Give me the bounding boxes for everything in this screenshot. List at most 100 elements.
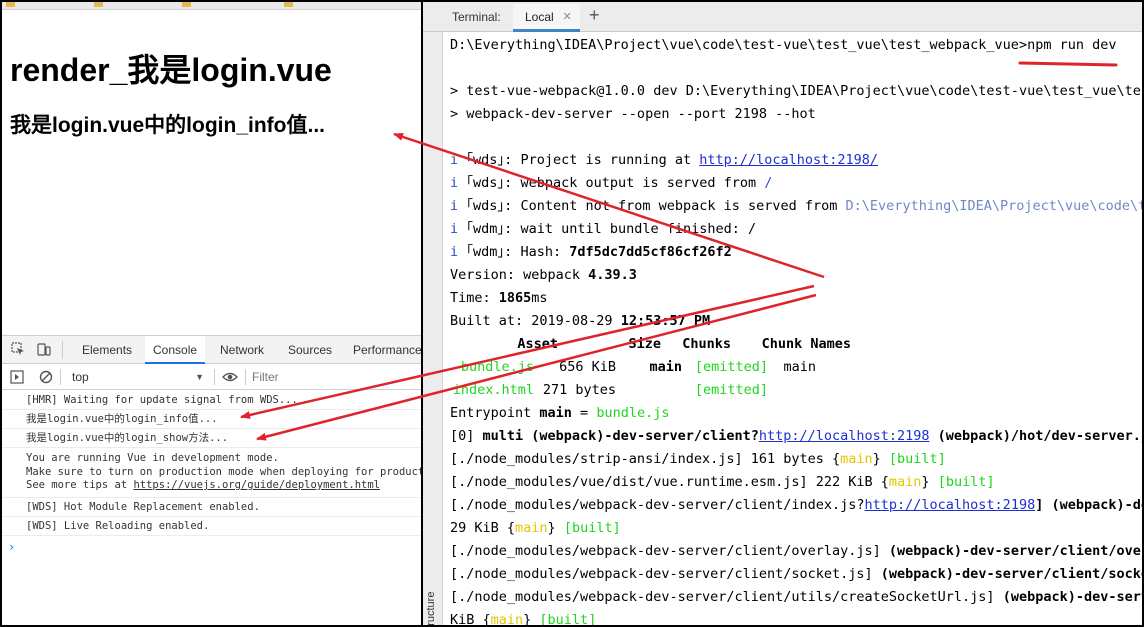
terminal-text: [./node_modules/webpack-dev-server/clien… [450, 589, 1003, 605]
terminal-text: ｢wdm｣ [466, 221, 505, 237]
terminal-text: multi (webpack)-dev-server/client? [482, 428, 759, 444]
localhost-link[interactable]: http://localhost:2198 [759, 428, 930, 444]
terminal-line: [./node_modules/webpack-dev-server/clien… [450, 540, 1142, 563]
terminal-text: main [539, 405, 572, 421]
terminal-text: 7df5dc7dd5cf86cf26f2 [569, 244, 732, 260]
localhost-link[interactable]: http://localhost:2198/ [699, 152, 878, 168]
device-toolbar-icon[interactable] [37, 342, 51, 356]
terminal-header: Terminal: Local ✕ + [423, 2, 1142, 32]
terminal-text: 29 KiB { [450, 520, 516, 536]
terminal-text: [./node_modules/strip-ansi/index.js] 161… [450, 451, 841, 467]
terminal-text: [built] [539, 612, 597, 627]
terminal-line: [./node_modules/webpack-dev-server/clien… [450, 494, 1142, 517]
terminal-text: ｢wdm｣ [466, 244, 505, 260]
terminal-text: bundle.js [596, 405, 670, 421]
structure-tool-label[interactable]: Z: Structure [425, 592, 437, 625]
bookmark-icon[interactable] [284, 2, 293, 7]
terminal-text: 4.39.3 [588, 267, 637, 283]
console-prompt[interactable]: › [8, 540, 15, 554]
terminal-text: [built] [937, 474, 995, 490]
show-sidebar-icon[interactable] [10, 370, 24, 384]
terminal-text: ｢wds｣ [466, 152, 505, 168]
terminal-output[interactable]: D:\Everything\IDEA\Project\vue\code\test… [450, 34, 1144, 627]
terminal-text: wait until bundle finished: / [520, 221, 757, 237]
clear-console-icon[interactable] [39, 370, 53, 384]
terminal-text: [emitted] [694, 382, 768, 398]
vue-deployment-link[interactable]: https://vuejs.org/guide/deployment.html [133, 479, 380, 491]
eye-icon[interactable] [222, 370, 238, 384]
terminal-text: i [450, 198, 459, 214]
terminal-line: > test-vue-webpack@1.0.0 dev D:\Everythi… [450, 83, 1142, 99]
screenshot-frame: render_我是login.vue 我是login.vue中的login_in… [0, 0, 1144, 627]
terminal-text: main [783, 359, 816, 375]
terminal-text: Built at: 2019-08-29 [450, 313, 621, 329]
terminal-text: 12:53:57 PM [620, 313, 711, 329]
terminal-line: [./node_modules/vue/dist/vue.runtime.esm… [450, 471, 1142, 494]
terminal-text: Project is running at [520, 152, 700, 168]
terminal-line: i ｢wdm｣: Hash: 7df5dc7dd5cf86cf26f2 [450, 244, 732, 260]
bookmark-icon[interactable] [6, 2, 15, 7]
console-filter-input[interactable] [252, 368, 412, 386]
terminal-text: Entrypoint [450, 405, 540, 421]
terminal-text: 271 bytes [542, 382, 616, 398]
add-tab-icon[interactable]: + [589, 5, 600, 26]
terminal-text: Hash: [520, 244, 570, 260]
terminal-line: [./node_modules/webpack-dev-server/clien… [450, 563, 1142, 586]
terminal-text: } [547, 520, 564, 536]
page-heading: render_我是login.vue [10, 52, 332, 88]
terminal-text: } [523, 612, 540, 627]
terminal-text: (webpack)/hot/dev-server.js ./src/main.j… [937, 428, 1144, 444]
terminal-text: 656 KiB [559, 359, 616, 375]
terminal-text: main [649, 359, 682, 375]
terminal-text: Content not from webpack is served from [520, 198, 846, 214]
terminal-text: main [888, 474, 922, 490]
terminal-text: bundle.js [460, 359, 534, 375]
context-selector[interactable]: top ▼ [66, 368, 208, 386]
notice-line: You are running Vue in development mode. [26, 452, 279, 464]
terminal-text: KiB { [450, 612, 491, 627]
terminal-text: ｢wds｣ [466, 175, 505, 191]
terminal-line: KiB {main} [built] [450, 609, 1142, 627]
terminal-text: [built] [563, 520, 621, 536]
tab-performance[interactable]: Performance [345, 336, 421, 364]
toolbar-divider [60, 369, 61, 385]
close-icon[interactable]: ✕ [562, 4, 571, 30]
terminal-text: webpack output is served from [520, 175, 765, 191]
terminal-line: Entrypoint main = bundle.js [450, 402, 1142, 425]
rendered-page: render_我是login.vue 我是login.vue中的login_in… [2, 11, 421, 333]
browser-window: render_我是login.vue 我是login.vue中的login_in… [2, 2, 423, 625]
terminal-title: Terminal: [452, 10, 501, 24]
tab-console[interactable]: Console [145, 336, 206, 364]
notice-line: Make sure to turn on production mode whe… [26, 465, 421, 478]
terminal-text: Chunk Names [761, 336, 851, 352]
terminal-text: [built] [888, 451, 946, 467]
terminal-line: [0] multi (webpack)-dev-server/client?ht… [450, 425, 1144, 448]
terminal-text: (webpack)-dev-server/client/overlay.js [888, 543, 1142, 559]
terminal-text: i [450, 244, 459, 260]
bookmark-icon[interactable] [182, 2, 191, 7]
terminal-text: D:\Everything\IDEA\Project\vue\code\test… [845, 198, 1142, 214]
bookmarks-bar [2, 2, 421, 10]
terminal-tab-local[interactable]: Local ✕ [513, 4, 580, 32]
inspect-element-icon[interactable] [11, 342, 25, 356]
terminal-text: (webpack)-dev-server/client/socket.js [880, 566, 1142, 582]
asset-row: bundle.js 656 KiB main [emitted] main [450, 356, 1142, 379]
terminal-text: i [450, 175, 459, 191]
asset-row: index.html 271 bytes [emitted] [450, 379, 1142, 402]
tab-elements[interactable]: Elements [74, 336, 140, 364]
terminal-command: npm run dev [1027, 37, 1117, 53]
side-tool-strip: Z: Structure [423, 32, 443, 625]
terminal-line: D:\Everything\IDEA\Project\vue\code\test… [450, 37, 1117, 53]
terminal-line: Time: 1865ms [450, 287, 1142, 310]
tab-sources[interactable]: Sources [280, 336, 340, 364]
console-message: [HMR] Waiting for update signal from WDS… [2, 391, 421, 410]
terminal-text: 1865 [498, 290, 532, 306]
toolbar-divider [245, 369, 246, 385]
localhost-link[interactable]: http://localhost:2198 [865, 497, 1036, 513]
console-message: [WDS] Live Reloading enabled. [2, 517, 421, 536]
bookmark-icon[interactable] [94, 2, 103, 7]
terminal-text: ｢wds｣ [466, 198, 505, 214]
tab-network[interactable]: Network [212, 336, 272, 364]
terminal-text: } [921, 474, 938, 490]
